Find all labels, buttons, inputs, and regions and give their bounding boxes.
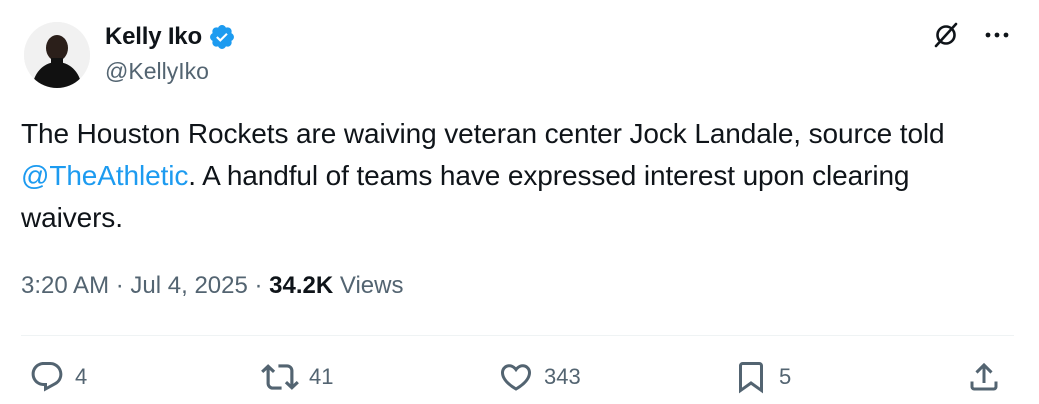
tweet-date[interactable]: Jul 4, 2025: [130, 272, 247, 299]
mention-link[interactable]: @TheAthletic: [21, 160, 188, 191]
repost-icon: [261, 364, 299, 390]
tweet-meta: 3:20 AM · Jul 4, 2025 · 34.2K Views: [21, 268, 403, 304]
reply-button[interactable]: 4: [29, 357, 87, 397]
grok-icon[interactable]: [931, 20, 961, 50]
bookmark-icon: [739, 362, 763, 394]
tweet-time[interactable]: 3:20 AM: [21, 272, 109, 299]
repost-button[interactable]: 41: [261, 357, 333, 397]
share-button[interactable]: [966, 357, 1002, 397]
views-count[interactable]: 34.2K: [269, 272, 333, 299]
avatar-image: [24, 22, 90, 88]
avatar[interactable]: [24, 22, 90, 88]
divider: [21, 335, 1014, 336]
author-display-name[interactable]: Kelly Iko: [105, 23, 202, 51]
author-handle[interactable]: @KellyIko: [105, 58, 209, 85]
verified-badge-icon[interactable]: [208, 23, 236, 51]
views-label: Views: [339, 272, 404, 299]
more-icon[interactable]: [983, 21, 1011, 49]
tweet-text-before: The Houston Rockets are waiving veteran …: [21, 118, 945, 149]
bookmark-button[interactable]: 5: [733, 357, 791, 397]
heart-icon: [500, 364, 532, 391]
like-count: 343: [544, 364, 581, 389]
meta-separator: ·: [115, 272, 124, 299]
tweet-text: The Houston Rockets are waiving veteran …: [21, 113, 1011, 239]
repost-count: 41: [309, 364, 334, 389]
tweet-card: Kelly Iko @KellyIko The Houston Rockets …: [0, 0, 1039, 404]
reply-count: 4: [75, 364, 88, 389]
header-actions: [931, 20, 1011, 50]
bookmark-count: 5: [779, 364, 792, 389]
reply-icon: [31, 362, 63, 392]
like-button[interactable]: 343: [498, 357, 581, 397]
share-icon: [970, 362, 998, 391]
author-name-row: Kelly Iko: [105, 21, 236, 53]
meta-separator: ·: [254, 272, 263, 299]
